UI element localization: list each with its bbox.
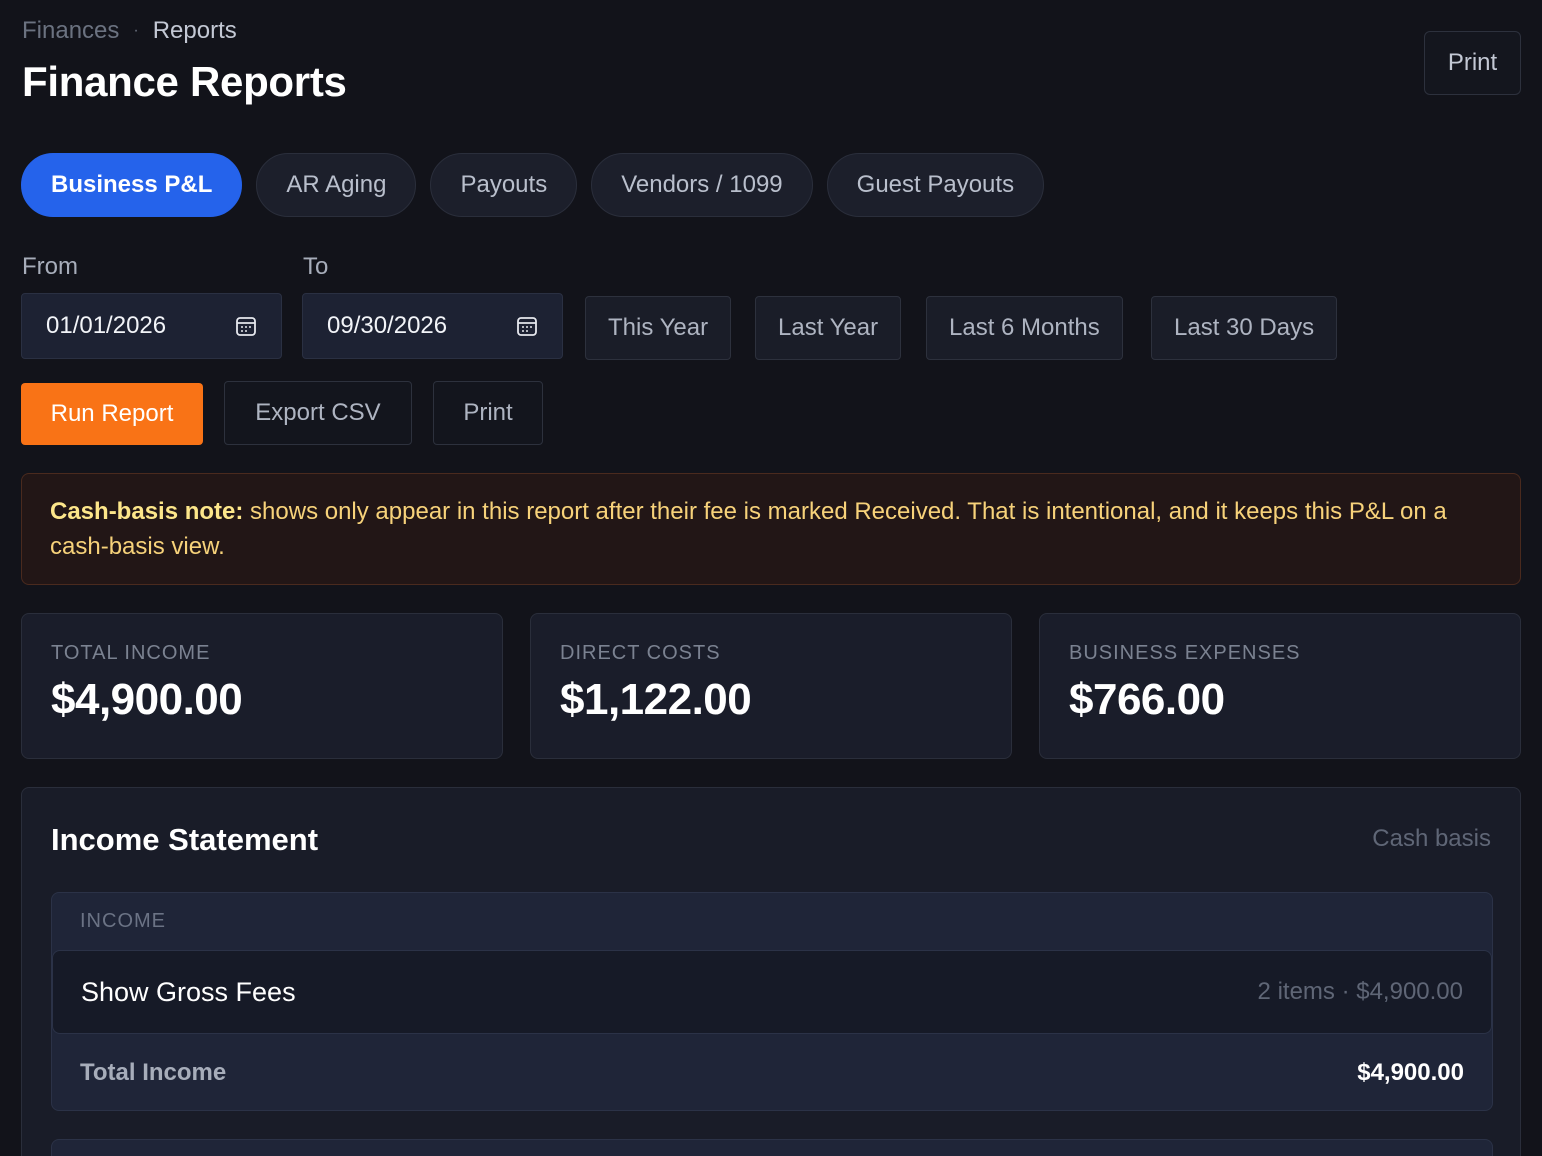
to-label: To (303, 253, 329, 280)
tab-vendors-1099[interactable]: Vendors / 1099 (591, 153, 813, 217)
stat-label: TOTAL INCOME (51, 642, 211, 664)
stat-label: DIRECT COSTS (560, 642, 721, 664)
preset-last-30-days[interactable]: Last 30 Days (1151, 296, 1338, 360)
print-button-header[interactable]: Print (1424, 31, 1521, 95)
tab-payouts[interactable]: Payouts (430, 153, 578, 217)
print-button[interactable]: Print (433, 381, 543, 445)
from-date-value: 01/01/2026 (46, 312, 167, 339)
calendar-icon[interactable] (516, 315, 538, 337)
stat-card-direct-costs: DIRECT COSTS $1,122.00 (530, 613, 1012, 759)
tab-guest-payouts[interactable]: Guest Payouts (826, 153, 1045, 217)
from-label: From (22, 253, 78, 280)
income-section: INCOME Show Gross Fees 2 items · $4,900.… (51, 892, 1493, 1111)
tab-business-pl[interactable]: Business P&L (21, 153, 243, 217)
stat-label: BUSINESS EXPENSES (1069, 642, 1301, 664)
income-row-show-gross-fees[interactable]: Show Gross Fees 2 items · $4,900.00 (52, 950, 1492, 1034)
stat-card-total-income: TOTAL INCOME $4,900.00 (21, 613, 503, 759)
run-report-button[interactable]: Run Report (21, 383, 203, 445)
income-section-heading: INCOME (80, 910, 166, 932)
statement-basis: Cash basis (1372, 825, 1491, 852)
stat-value: $4,900.00 (51, 675, 243, 724)
calendar-icon[interactable] (235, 315, 257, 337)
income-statement: Income Statement Cash basis INCOME Show … (21, 787, 1521, 1156)
from-date-input[interactable]: 01/01/2026 (21, 293, 282, 359)
breadcrumb-finances[interactable]: Finances (22, 17, 119, 45)
total-value: $4,900.00 (1357, 1059, 1464, 1086)
preset-last-6-months[interactable]: Last 6 Months (926, 296, 1123, 360)
total-label: Total Income (80, 1059, 227, 1086)
finance-reports-page: Finances · Reports Finance Reports Print… (0, 0, 1542, 1156)
stat-card-business-expenses: BUSINESS EXPENSES $766.00 (1039, 613, 1521, 759)
cash-basis-note: Cash-basis note: shows only appear in th… (21, 473, 1521, 585)
tab-ar-aging[interactable]: AR Aging (256, 153, 417, 217)
to-date-value: 09/30/2026 (327, 312, 448, 339)
stat-value: $766.00 (1069, 675, 1225, 724)
row-label: Show Gross Fees (81, 976, 296, 1007)
income-total-row: Total Income $4,900.00 (52, 1034, 1492, 1110)
note-text: shows only appear in this report after t… (50, 498, 1447, 560)
statement-title: Income Statement (51, 822, 319, 857)
breadcrumb-separator: · (133, 22, 139, 39)
row-meta: 2 items · $4,900.00 (1257, 978, 1463, 1005)
page-title: Finance Reports (22, 58, 347, 105)
export-csv-button[interactable]: Export CSV (224, 381, 412, 445)
preset-this-year[interactable]: This Year (585, 296, 732, 360)
next-section (51, 1139, 1493, 1156)
breadcrumb-reports: Reports (152, 17, 237, 44)
report-tabs: Business P&L AR Aging Payouts Vendors / … (21, 153, 1045, 217)
breadcrumb: Finances · Reports (22, 17, 237, 45)
stat-value: $1,122.00 (560, 675, 752, 724)
preset-last-year[interactable]: Last Year (755, 296, 902, 360)
note-title: Cash-basis note: (50, 498, 244, 525)
to-date-input[interactable]: 09/30/2026 (302, 293, 563, 359)
